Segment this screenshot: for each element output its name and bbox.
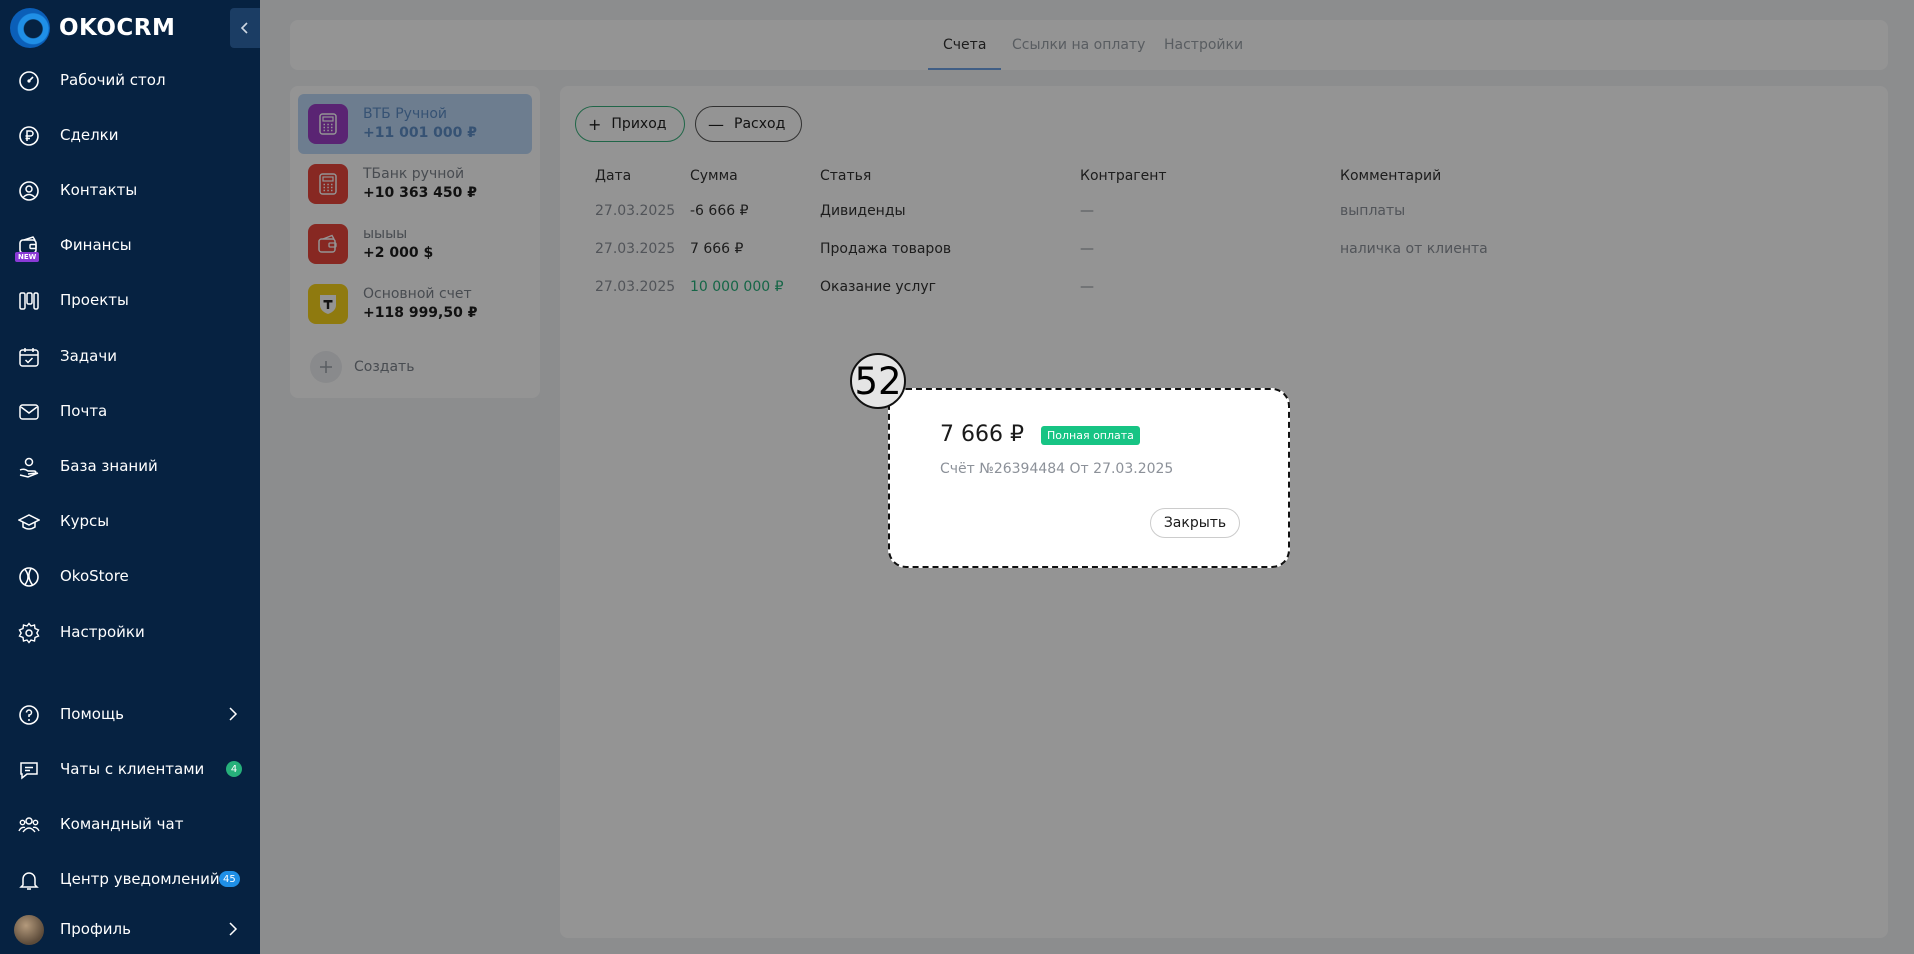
calendar-icon bbox=[18, 346, 40, 368]
sidebar-item-label: База знаний bbox=[60, 457, 158, 475]
close-button-label: Закрыть bbox=[1163, 515, 1227, 531]
logo[interactable]: OKOCRM bbox=[10, 8, 175, 48]
sidebar-item-label: Проекты bbox=[60, 291, 129, 309]
gear-icon bbox=[18, 622, 40, 644]
sidebar-item-finance[interactable]: NEW Финансы bbox=[0, 225, 260, 265]
chats-count-badge: 4 bbox=[226, 761, 242, 777]
sidebar-item-label: Финансы bbox=[60, 236, 132, 254]
sidebar-item-okostore[interactable]: OkoStore bbox=[0, 556, 260, 596]
logo-text: OKOCRM bbox=[59, 15, 176, 41]
status-badge: Полная оплата bbox=[1041, 426, 1140, 445]
chevron-right-icon bbox=[229, 707, 238, 721]
collapse-sidebar-button[interactable] bbox=[230, 8, 260, 48]
close-button[interactable]: Закрыть bbox=[1150, 508, 1240, 538]
sidebar-item-tasks[interactable]: Задачи bbox=[0, 336, 260, 376]
avatar bbox=[14, 915, 44, 945]
mail-icon bbox=[18, 401, 40, 423]
sidebar-item-settings[interactable]: Настройки bbox=[0, 612, 260, 652]
sidebar-item-label: OkoStore bbox=[60, 567, 129, 585]
chevron-right-icon bbox=[229, 922, 238, 936]
sidebar-item-contacts[interactable]: Контакты bbox=[0, 170, 260, 210]
sidebar-item-profile[interactable]: Профиль bbox=[0, 909, 260, 949]
sidebar-item-label: Сделки bbox=[60, 126, 119, 144]
sidebar-item-label: Помощь bbox=[60, 705, 124, 723]
new-badge: NEW bbox=[15, 252, 40, 262]
sidebar-item-help[interactable]: Помощь bbox=[0, 694, 260, 734]
store-icon bbox=[18, 566, 40, 588]
sidebar-item-client-chats[interactable]: Чаты с клиентами 4 bbox=[0, 749, 260, 789]
chat-icon bbox=[18, 759, 40, 781]
knowledge-icon bbox=[18, 456, 40, 478]
help-icon bbox=[18, 704, 40, 726]
sidebar-item-label: Центр уведомлений bbox=[60, 870, 220, 888]
sidebar-item-label: Настройки bbox=[60, 623, 145, 641]
contact-icon bbox=[18, 180, 40, 202]
invoice-info: Счёт №26394484 От 27.03.2025 bbox=[940, 461, 1174, 477]
sidebar-item-notifications[interactable]: Центр уведомлений 45 bbox=[0, 859, 260, 899]
sidebar-item-projects[interactable]: Проекты bbox=[0, 280, 260, 320]
notifications-count-badge: 45 bbox=[219, 871, 240, 887]
chevron-left-icon bbox=[240, 22, 248, 34]
step-marker-number: 52 bbox=[854, 359, 902, 403]
sidebar-item-label: Контакты bbox=[60, 181, 138, 199]
sidebar-item-dashboard[interactable]: Рабочий стол bbox=[0, 60, 260, 100]
kanban-icon bbox=[18, 290, 40, 312]
okocrm-logo-icon bbox=[10, 8, 50, 48]
sidebar-item-deals[interactable]: Сделки bbox=[0, 115, 260, 155]
bell-icon bbox=[18, 869, 40, 891]
modal-amount: 7 666 ₽ bbox=[940, 422, 1024, 447]
sidebar-item-label: Командный чат bbox=[60, 815, 184, 833]
sidebar-item-team-chat[interactable]: Командный чат bbox=[0, 804, 260, 844]
sidebar: OKOCRM Рабочий стол Сделки Контакты NEW … bbox=[0, 0, 260, 954]
sidebar-item-label: Почта bbox=[60, 402, 108, 420]
step-marker: 52 bbox=[850, 353, 906, 409]
dashboard-icon bbox=[18, 70, 40, 92]
sidebar-item-label: Профиль bbox=[60, 920, 131, 938]
sidebar-item-label: Чаты с клиентами bbox=[60, 760, 205, 778]
sidebar-item-knowledge-base[interactable]: База знаний bbox=[0, 446, 260, 486]
graduation-icon bbox=[17, 511, 41, 533]
sidebar-item-label: Рабочий стол bbox=[60, 71, 166, 89]
payment-modal: 7 666 ₽ Полная оплата Счёт №26394484 От … bbox=[888, 388, 1290, 568]
sidebar-item-mail[interactable]: Почта bbox=[0, 391, 260, 431]
team-icon bbox=[18, 814, 40, 836]
sidebar-item-label: Задачи bbox=[60, 347, 117, 365]
ruble-icon bbox=[18, 125, 40, 147]
sidebar-item-label: Курсы bbox=[60, 512, 110, 530]
sidebar-item-courses[interactable]: Курсы bbox=[0, 501, 260, 541]
